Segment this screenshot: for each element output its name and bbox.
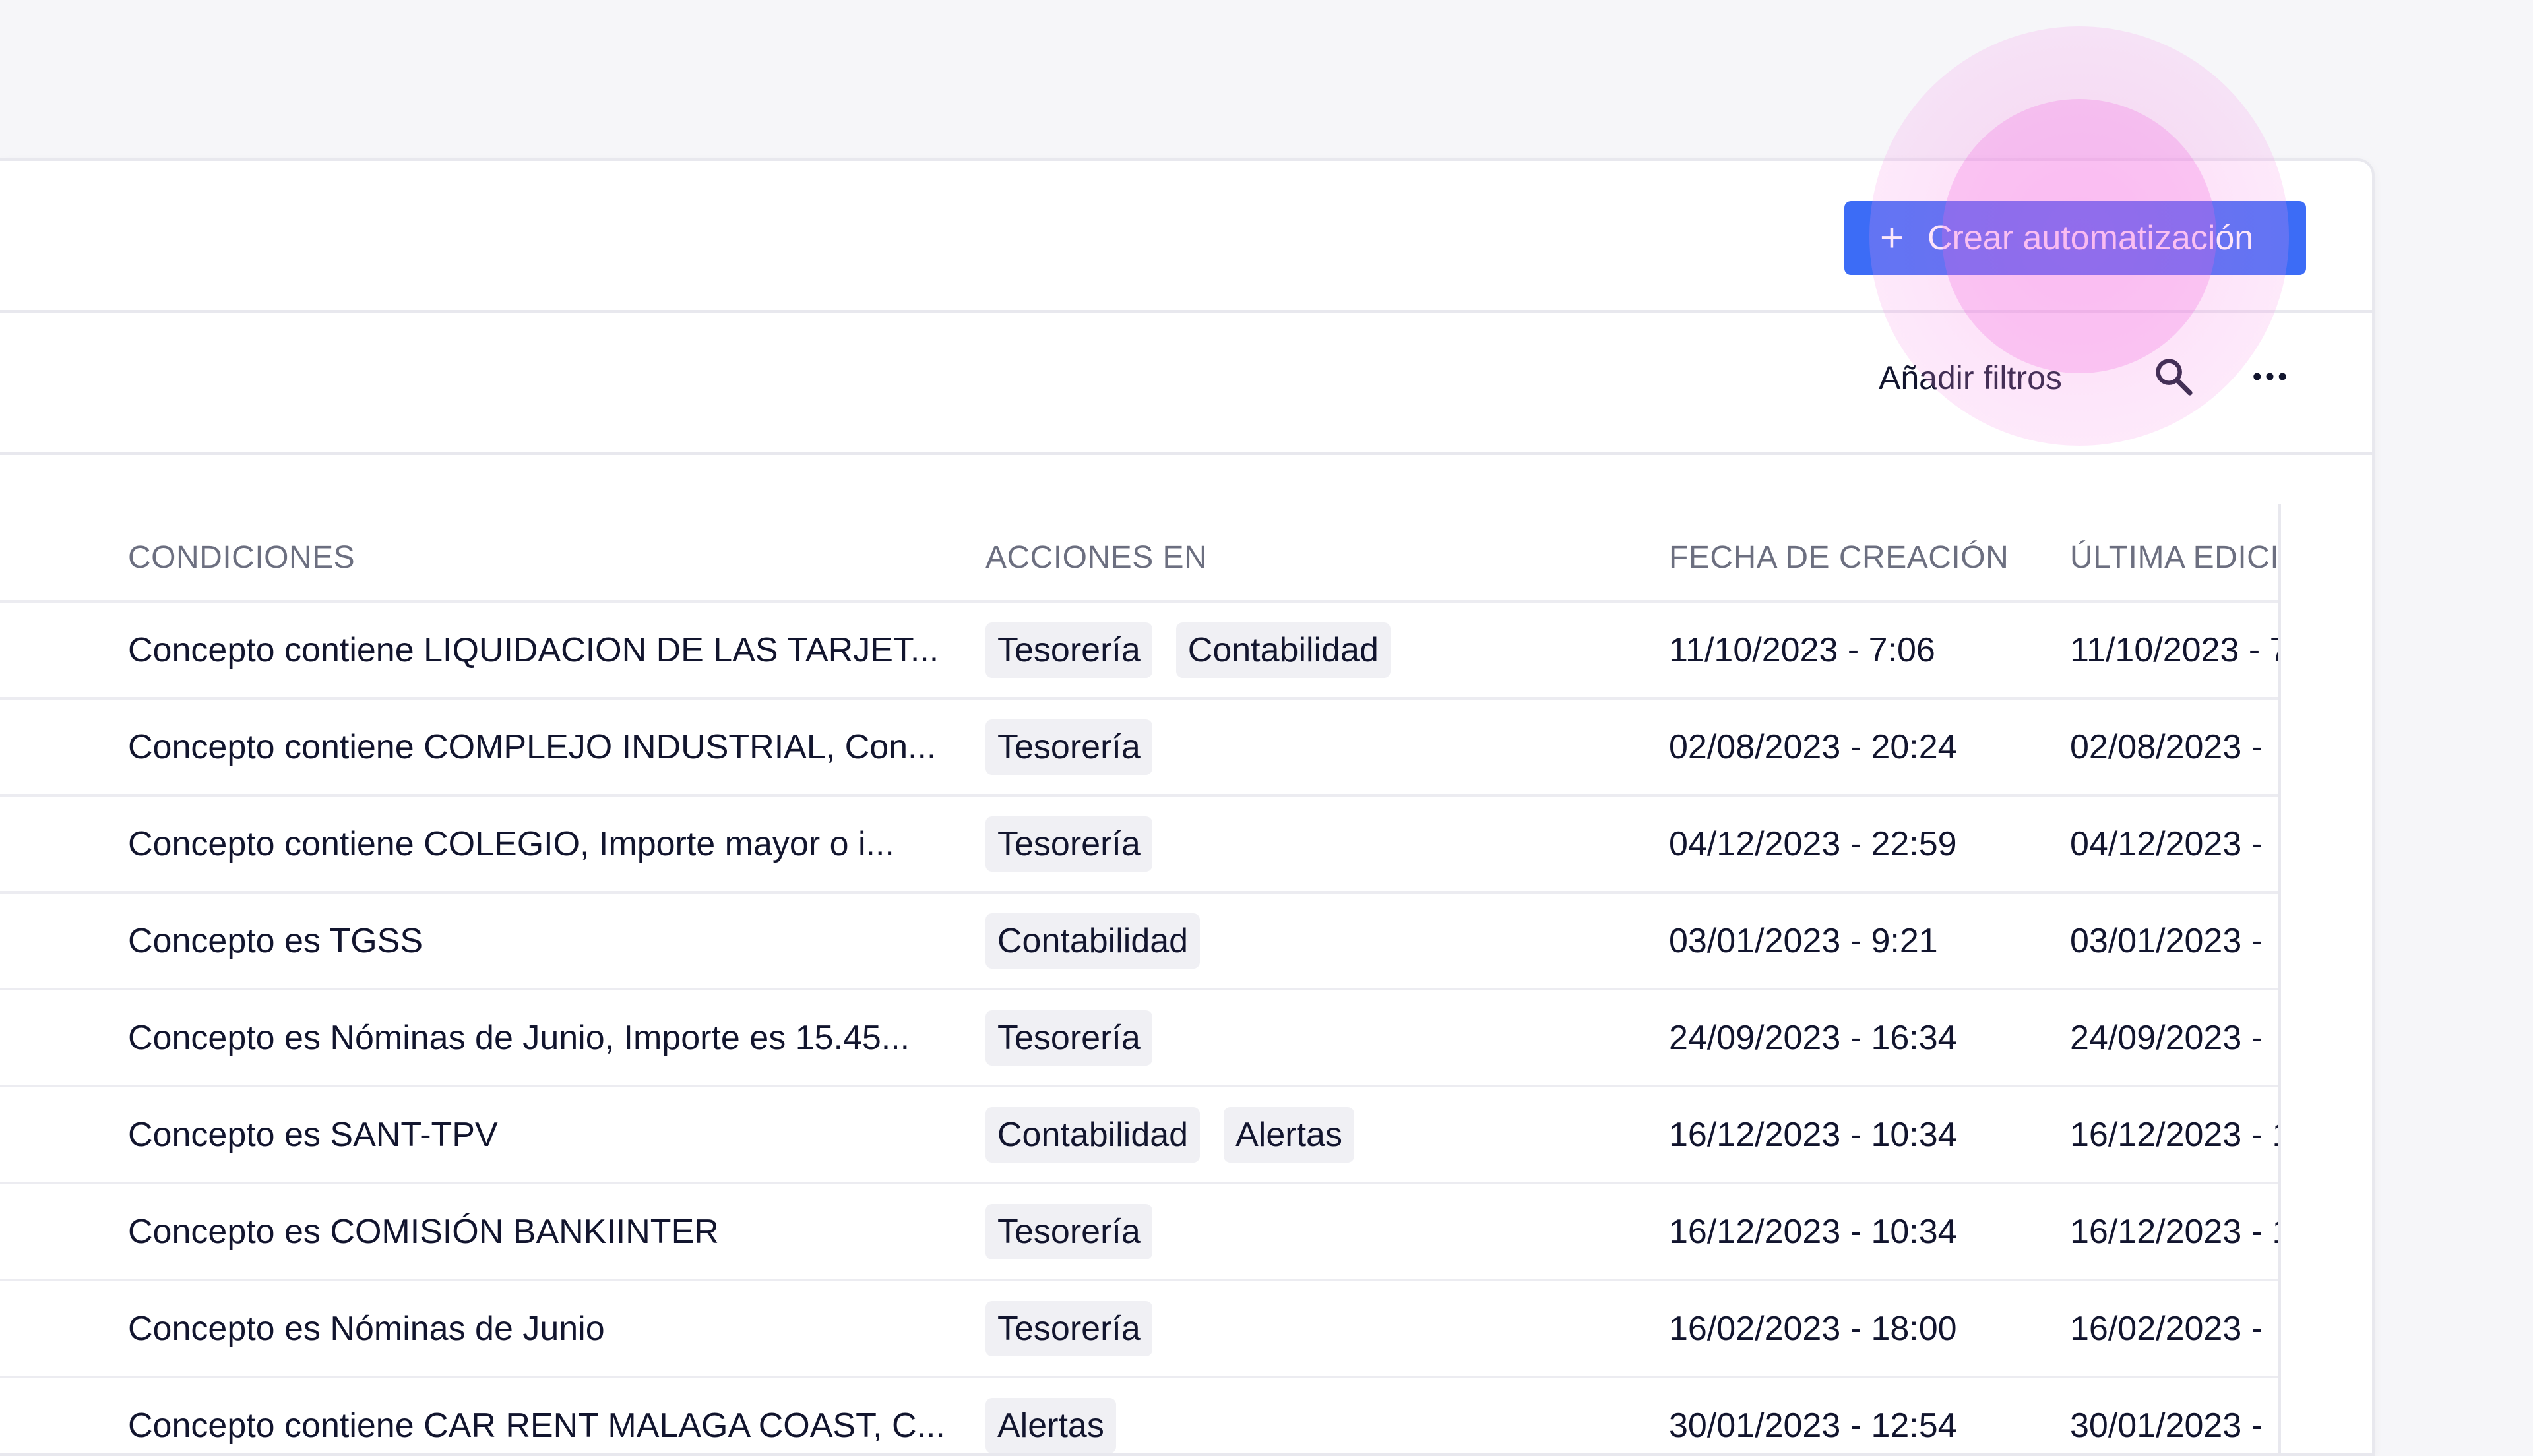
last-edited-cell: 11/10/2023 - 7 — [2070, 630, 2281, 669]
actions-cell: Tesorería Contabilidad — [985, 603, 1414, 697]
created-date-cell: 16/12/2023 - 10:34 — [1669, 1115, 1957, 1154]
created-date-cell: 24/09/2023 - 16:34 — [1669, 1018, 1957, 1057]
action-tag: Contabilidad — [985, 1107, 1201, 1163]
table-row[interactable]: Concepto es Nóminas de Junio, Importe es… — [0, 990, 2278, 1087]
column-header-last-edited[interactable]: ÚLTIMA EDICI — [2070, 504, 2278, 600]
table-toolbar: Añadir filtros — [0, 310, 2372, 455]
table-row[interactable]: Concepto contiene COLEGIO, Importe mayor… — [0, 797, 2278, 894]
action-tag: Alertas — [985, 1397, 1116, 1453]
created-date-cell: 03/01/2023 - 9:21 — [1669, 921, 1938, 960]
actions-cell: Contabilidad Alertas — [985, 1087, 1378, 1182]
condition-cell: Concepto contiene COLEGIO, Importe mayor… — [128, 824, 894, 863]
more-horizontal-icon — [2253, 373, 2286, 380]
table-row[interactable]: Concepto es COMISIÓN BANKIINTER Tesorería… — [0, 1184, 2281, 1281]
created-date-cell: 02/08/2023 - 20:24 — [1669, 727, 1957, 766]
last-edited-cell: 24/09/2023 - — [2070, 1018, 2263, 1057]
table-row[interactable]: Concepto es TGSS Contabilidad 03/01/2023 -… — [0, 894, 2278, 990]
condition-cell: Concepto es Nóminas de Junio — [128, 1309, 605, 1348]
automations-table: CONDICIONES ACCIONES EN FECHA DE CREACIÓ… — [0, 504, 2281, 1453]
search-button[interactable] — [2152, 355, 2195, 398]
column-header-conditions[interactable]: CONDICIONES — [128, 504, 355, 600]
condition-cell: Concepto es Nóminas de Junio, Importe es… — [128, 1018, 910, 1057]
table-row[interactable]: Concepto es SANT-TPV Contabilidad Alertas 1… — [0, 1087, 2281, 1184]
action-tag: Tesorería — [985, 1203, 1152, 1259]
last-edited-cell: 04/12/2023 - — [2070, 824, 2263, 863]
last-edited-cell: 03/01/2023 - — [2070, 921, 2263, 960]
search-icon — [2156, 359, 2193, 396]
last-edited-cell: 16/02/2023 - — [2070, 1309, 2263, 1348]
condition-cell: Concepto es COMISIÓN BANKIINTER — [128, 1212, 719, 1251]
table-row[interactable]: Concepto contiene CAR RENT MALAGA COAST,… — [0, 1378, 2278, 1453]
table-row[interactable]: Concepto contiene COMPLEJO INDUSTRIAL, C… — [0, 700, 2278, 797]
actions-cell: Contabilidad — [985, 894, 1224, 988]
column-header-created[interactable]: FECHA DE CREACIÓN — [1669, 504, 2009, 600]
actions-cell: Alertas — [985, 1378, 1140, 1453]
action-tag: Contabilidad — [985, 913, 1201, 969]
condition-cell: Concepto contiene COMPLEJO INDUSTRIAL, C… — [128, 727, 937, 766]
actions-cell: Tesorería — [985, 700, 1176, 794]
condition-cell: Concepto contiene CAR RENT MALAGA COAST,… — [128, 1406, 945, 1445]
condition-cell: Concepto es SANT-TPV — [128, 1115, 498, 1154]
action-tag: Tesorería — [985, 622, 1152, 678]
automations-panel: + Crear automatización Añadir filtros CO… — [0, 158, 2375, 1456]
actions-cell: Tesorería — [985, 1281, 1176, 1376]
action-tag: Tesorería — [985, 719, 1152, 775]
last-edited-cell: 02/08/2023 - — [2070, 727, 2263, 766]
last-edited-cell: 30/01/2023 - — [2070, 1406, 2263, 1445]
actions-cell: Tesorería — [985, 1184, 1176, 1279]
table-header-row: CONDICIONES ACCIONES EN FECHA DE CREACIÓ… — [0, 504, 2278, 603]
created-date-cell: 04/12/2023 - 22:59 — [1669, 824, 1957, 863]
action-tag: Tesorería — [985, 1300, 1152, 1356]
more-options-button[interactable] — [2248, 355, 2292, 398]
created-date-cell: 16/12/2023 - 10:34 — [1669, 1212, 1957, 1251]
action-tag: Tesorería — [985, 816, 1152, 872]
table-row[interactable]: Concepto es Nóminas de Junio Tesorería 16/… — [0, 1281, 2278, 1378]
action-tag: Alertas — [1224, 1107, 1354, 1163]
table-row[interactable]: Concepto contiene LIQUIDACION DE LAS TAR… — [0, 603, 2281, 700]
action-tag: Contabilidad — [1175, 622, 1391, 678]
panel-header: + Crear automatización — [0, 161, 2372, 313]
add-filters-button[interactable]: Añadir filtros — [1879, 359, 2062, 397]
last-edited-cell: 16/12/2023 - 1 — [2070, 1212, 2281, 1251]
created-date-cell: 30/01/2023 - 12:54 — [1669, 1406, 1957, 1445]
plus-icon: + — [1879, 215, 1904, 260]
condition-cell: Concepto es TGSS — [128, 921, 423, 960]
action-tag: Tesorería — [985, 1010, 1152, 1066]
create-automation-label: Crear automatización — [1927, 219, 2254, 257]
condition-cell: Concepto contiene LIQUIDACION DE LAS TAR… — [128, 630, 939, 669]
created-date-cell: 16/02/2023 - 18:00 — [1669, 1309, 1957, 1348]
created-date-cell: 11/10/2023 - 7:06 — [1669, 630, 1935, 669]
actions-cell: Tesorería — [985, 990, 1176, 1085]
actions-cell: Tesorería — [985, 797, 1176, 891]
create-automation-button[interactable]: + Crear automatización — [1844, 201, 2306, 275]
column-header-actions[interactable]: ACCIONES EN — [985, 504, 1207, 600]
last-edited-cell: 16/12/2023 - 1 — [2070, 1115, 2281, 1154]
